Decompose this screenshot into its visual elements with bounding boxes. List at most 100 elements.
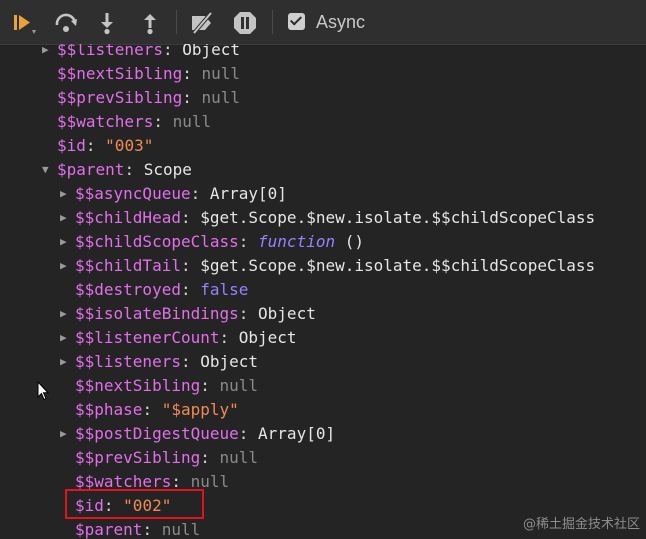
tree-row: $id: "003" <box>0 134 646 158</box>
key-value-separator: : <box>182 88 202 107</box>
tree-row-content: $$nextSibling: null <box>75 374 258 398</box>
async-checkbox[interactable] <box>288 13 305 30</box>
tree-row: $$prevSibling: null <box>0 86 646 110</box>
property-value: "$apply" <box>161 400 239 419</box>
tree-row-content: $$asyncQueue: Array[0] <box>75 182 287 206</box>
property-key: $parent <box>75 520 143 539</box>
tree-row[interactable]: ▼ $parent: Scope <box>0 158 646 182</box>
async-label: Async <box>316 12 366 32</box>
key-value-separator: : <box>124 160 144 179</box>
key-value-separator: : <box>200 448 220 467</box>
function-params: () <box>335 232 364 251</box>
watermark: @稀土掘金技术社区 <box>522 517 640 532</box>
tree-row: $$destroyed: false <box>0 278 646 302</box>
key-value-separator: : <box>238 304 259 323</box>
property-key: $$isolateBindings <box>75 304 239 323</box>
expand-triangle-right-icon[interactable]: ▶ <box>60 254 72 278</box>
tree-row[interactable]: ▶ $$asyncQueue: Array[0] <box>0 182 646 206</box>
property-value: null <box>219 376 259 395</box>
pause-on-exceptions-icon[interactable] <box>232 10 258 36</box>
key-value-separator: : <box>142 520 162 539</box>
key-value-separator: : <box>200 376 220 395</box>
property-value: $get.Scope.$new.isolate.$$childScopeClas… <box>200 256 596 275</box>
tree-row-content: $$postDigestQueue: Array[0] <box>75 422 335 446</box>
property-value: $get.Scope.$new.isolate.$$childScopeClas… <box>200 208 596 227</box>
tree-row-content: $parent: null <box>75 518 200 539</box>
key-value-separator: : <box>219 328 239 347</box>
expand-triangle-down-icon[interactable]: ▼ <box>42 158 54 182</box>
tree-row-content: $$phase: "$apply" <box>75 398 239 422</box>
deactivate-breakpoints-icon[interactable] <box>189 10 215 36</box>
step-over-icon[interactable] <box>53 10 79 36</box>
tree-row[interactable]: ▶ $$childScopeClass: function () <box>0 230 646 254</box>
property-key: $$listeners <box>75 352 181 371</box>
tree-row: $$nextSibling: null <box>0 62 646 86</box>
expand-triangle-right-icon[interactable]: ▶ <box>42 44 54 62</box>
property-key: $$listenerCount <box>75 328 220 347</box>
tree-row-content: $$listeners: Object <box>75 350 258 374</box>
property-key: $$childHead <box>75 208 181 227</box>
property-value: Object <box>200 352 259 371</box>
expand-triangle-right-icon[interactable]: ▶ <box>60 422 72 446</box>
tree-row[interactable]: ▶ $$childHead: $get.Scope.$new.isolate.$$… <box>0 206 646 230</box>
tree-row-content: $$childHead: $get.Scope.$new.isolate.$$c… <box>75 206 595 230</box>
tree-row: $$nextSibling: null <box>0 374 646 398</box>
tree-row-content: $$isolateBindings: Object <box>75 302 316 326</box>
property-key: $$destroyed <box>75 280 181 299</box>
property-key: $$asyncQueue <box>75 184 191 203</box>
tree-row-content: $$nextSibling: null <box>57 62 240 86</box>
property-key: $$prevSibling <box>75 448 201 467</box>
property-key: $$postDigestQueue <box>75 424 239 443</box>
property-value: null <box>201 64 241 83</box>
tree-row[interactable]: ▶ $$childTail: $get.Scope.$new.isolate.$$… <box>0 254 646 278</box>
tree-row[interactable]: ▶ $$postDigestQueue: Array[0] <box>0 422 646 446</box>
expand-triangle-right-icon[interactable]: ▶ <box>60 206 72 230</box>
tree-row[interactable]: ▶ $$listeners: Object <box>0 44 646 62</box>
tree-row: $$phase: "$apply" <box>0 398 646 422</box>
property-value: Object <box>182 44 241 59</box>
expand-triangle-right-icon[interactable]: ▶ <box>60 350 72 374</box>
key-value-separator: : <box>153 112 173 131</box>
property-key: $$childTail <box>75 256 181 275</box>
step-into-icon[interactable] <box>94 10 120 36</box>
expand-triangle-right-icon[interactable]: ▶ <box>60 182 72 206</box>
property-value: null <box>172 112 212 131</box>
tree-row-content: $id: "003" <box>57 134 153 158</box>
property-key: $$prevSibling <box>57 88 183 107</box>
resume-icon[interactable] <box>10 10 36 36</box>
tree-row-content: $$listeners: Object <box>57 44 240 62</box>
mouse-pointer-icon <box>37 381 49 401</box>
property-value: false <box>200 280 249 299</box>
highlight-box <box>65 489 204 519</box>
key-value-separator: : <box>180 280 201 299</box>
property-value: null <box>161 520 201 539</box>
tree-row-content: $$prevSibling: null <box>75 446 258 470</box>
tree-row-content: $$watchers: null <box>57 110 211 134</box>
key-value-separator: : <box>180 256 201 275</box>
step-out-icon[interactable] <box>137 10 163 36</box>
property-value: "003" <box>105 136 154 155</box>
property-value: null <box>219 448 259 467</box>
tree-row-content: $$destroyed: false <box>75 278 248 302</box>
expand-triangle-right-icon[interactable]: ▶ <box>60 302 72 326</box>
tree-row-content: $parent: Scope <box>57 158 192 182</box>
tree-row[interactable]: ▶ $$isolateBindings: Object <box>0 302 646 326</box>
expand-triangle-right-icon[interactable]: ▶ <box>60 230 72 254</box>
property-key: $$listeners <box>57 44 163 59</box>
debugger-toolbar: Async <box>0 0 646 45</box>
property-key: $$childScopeClass <box>75 232 239 251</box>
key-value-separator: : <box>238 232 259 251</box>
property-value: Array[0] <box>258 424 336 443</box>
key-value-separator: : <box>85 136 106 155</box>
key-value-separator: : <box>182 64 202 83</box>
tree-row[interactable]: ▶ $$listenerCount: Object <box>0 326 646 350</box>
tree-row: $$prevSibling: null <box>0 446 646 470</box>
property-key: $$nextSibling <box>75 376 201 395</box>
property-value: Scope <box>143 160 192 179</box>
tree-row[interactable]: ▶ $$listeners: Object <box>0 350 646 374</box>
property-value: Object <box>258 304 316 323</box>
key-value-separator: : <box>190 184 210 203</box>
property-value: Array[0] <box>209 184 287 203</box>
expand-triangle-right-icon[interactable]: ▶ <box>60 326 72 350</box>
property-key: $id <box>57 136 86 155</box>
